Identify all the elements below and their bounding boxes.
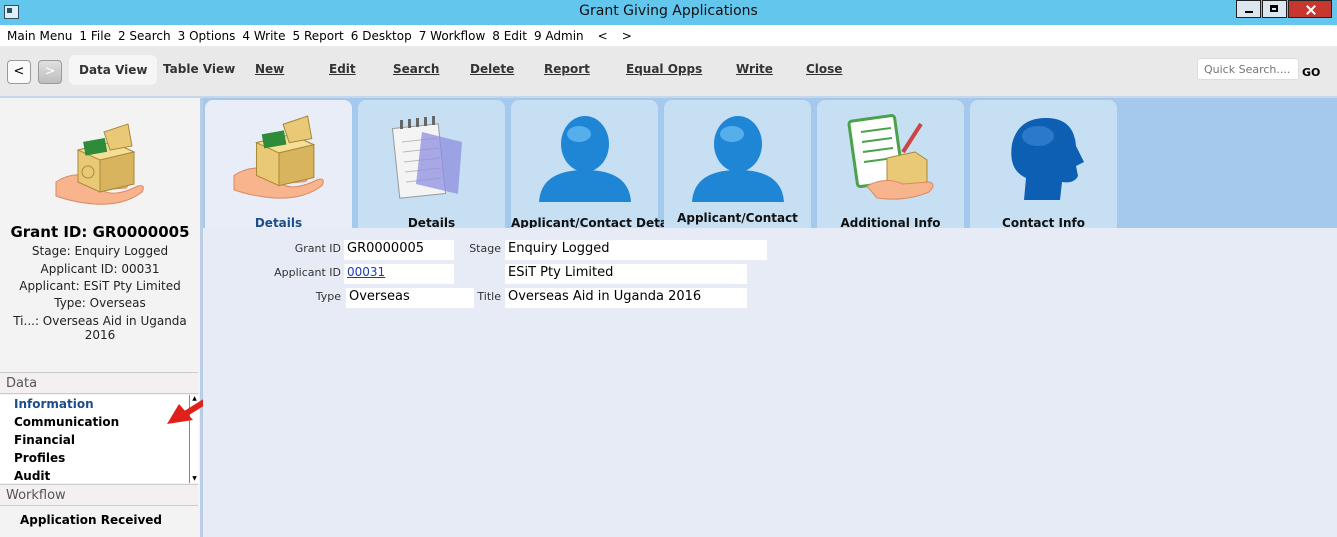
tab-details[interactable]: Details [205,100,352,230]
tab-strip: Details Details Applicant/Contact Detail… [203,98,1337,230]
window-title: Grant Giving Applications [579,3,758,19]
grant-box-hand-icon [233,115,324,199]
notepad-icon [391,116,462,199]
close-button[interactable]: Close [806,62,842,76]
new-button[interactable]: New [255,62,284,76]
menu-write[interactable]: 4 Write [242,29,285,43]
tab-details-2[interactable]: Details [358,100,505,230]
menu-scroll-left[interactable]: < [598,29,608,43]
grant-box-hand-icon [55,123,144,205]
menu-search[interactable]: 2 Search [118,29,171,43]
menu-main[interactable]: Main Menu [7,29,72,43]
data-item-audit[interactable]: Audit [14,467,198,483]
menu-options[interactable]: 3 Options [178,29,236,43]
record-stage: Stage: Enquiry Logged [31,244,169,258]
checklist-icon [847,114,934,200]
grant-id-field[interactable]: GR0000005 [344,240,454,260]
close-icon[interactable] [1288,0,1332,18]
person-icon [539,116,631,202]
tab-additional-info[interactable]: Additional Info [817,100,964,230]
record-applicant: Applicant: ESiT Pty Limited [19,279,181,293]
menu-file[interactable]: 1 File [79,29,111,43]
menu-workflow[interactable]: 7 Workflow [419,29,486,43]
title-label: Title [477,290,501,303]
window-controls [1235,0,1332,18]
title-field[interactable]: Overseas Aid in Uganda 2016 [505,288,747,308]
head-profile-icon [1011,118,1084,200]
stage-label: Stage [469,242,501,255]
delete-button[interactable]: Delete [470,62,514,76]
record-grant-id: Grant ID: GR0000005 [10,223,190,241]
menu-bar: Main Menu 1 File 2 Search 3 Options 4 Wr… [0,25,1337,46]
maximize-icon[interactable] [1262,0,1287,18]
type-label: Type [315,290,341,303]
record-applicant-id: Applicant ID: 00031 [40,262,160,276]
workflow-panel-header[interactable]: Workflow [0,484,198,506]
minimize-icon[interactable] [1236,0,1261,18]
equal-opps-button[interactable]: Equal Opps [626,62,702,76]
tab-contact-info[interactable]: Contact Info [970,100,1117,230]
tab-applicant-contact-details[interactable]: Applicant/Contact Details [511,100,683,230]
record-title: Ti...: Overseas Aid in Uganda 2016 [13,314,187,342]
details-form: Grant ID GR0000005 Stage Enquiry Logged … [203,228,1337,537]
menu-scroll-right[interactable]: > [622,29,632,43]
write-button[interactable]: Write [736,62,773,76]
title-bar: Grant Giving Applications [0,0,1337,25]
edit-button[interactable]: Edit [329,62,356,76]
menu-report[interactable]: 5 Report [293,29,344,43]
applicant-id-label: Applicant ID [274,266,341,279]
toolbar: < > Data View Table View New Edit Search… [0,46,1337,98]
applicant-name-field[interactable]: ESiT Pty Limited [505,264,747,284]
data-item-financial[interactable]: Financial [14,431,198,449]
search-button[interactable]: Search [393,62,439,76]
data-item-profiles[interactable]: Profiles [14,449,198,467]
table-view-button[interactable]: Table View [163,62,235,76]
type-field[interactable]: Overseas [346,288,474,308]
menu-desktop[interactable]: 6 Desktop [351,29,412,43]
menu-admin[interactable]: 9 Admin [534,29,584,43]
back-button[interactable]: < [7,60,31,84]
data-view-button[interactable]: Data View [69,55,158,85]
record-sidebar: Grant ID: GR0000005 Stage: Enquiry Logge… [0,98,203,537]
forward-button[interactable]: > [38,60,62,84]
tab-label: Applicant/Contact [677,211,798,225]
report-button[interactable]: Report [544,62,590,76]
scroll-down-icon[interactable]: ▼ [191,476,198,482]
applicant-id-link[interactable]: 00031 [344,264,454,284]
record-type: Type: Overseas [54,296,146,310]
person-icon [692,116,784,202]
quick-search-input[interactable] [1197,58,1299,80]
go-button[interactable]: GO [1302,66,1320,79]
menu-edit[interactable]: 8 Edit [492,29,527,43]
workflow-item[interactable]: Application Received [20,513,162,527]
tab-applicant-contact[interactable]: Applicant/Contact [664,100,811,228]
stage-field[interactable]: Enquiry Logged [505,240,767,260]
grant-id-label: Grant ID [294,242,341,255]
